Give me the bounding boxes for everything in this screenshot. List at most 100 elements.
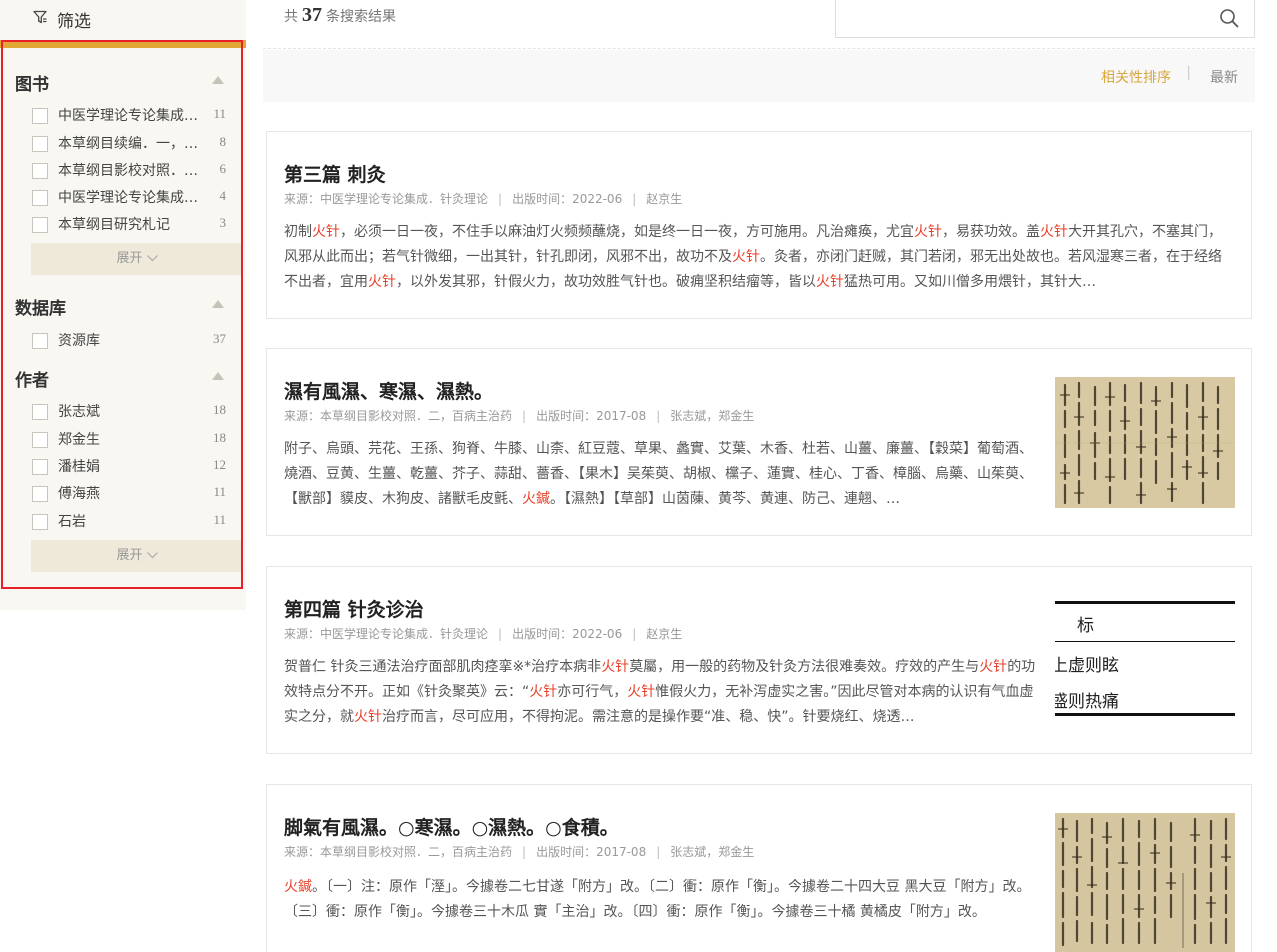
filter-option-label: 本草纲目研究札记 [58, 217, 170, 233]
keyword-highlight: 火针 [368, 274, 396, 290]
keyword-highlight: 火针 [914, 224, 942, 240]
result-author[interactable]: 赵京生 [646, 192, 682, 206]
snippet-text: 亦可行气， [557, 684, 628, 700]
checkbox[interactable] [32, 404, 48, 420]
filter-option-book[interactable]: 中医学理论专论集成．临证治疗 4 [32, 186, 228, 208]
result-snippet: 初制火针，必须一日一夜，不住手以麻油灯火频频蘸烧，如是终一日一夜，方可施用。凡治… [284, 220, 1229, 295]
result-card[interactable]: 第三篇 刺灸 来源：中医学理论专论集成．针灸理论 | 出版时间：2022-06 | 赵京… [266, 131, 1252, 319]
result-snippet: 附子、烏頭、芫花、王孫、狗脊、牛膝、山柰、紅豆蔻、草果、蠡實、艾葉、木香、杜若、… [284, 437, 1036, 512]
result-author[interactable]: 赵京生 [646, 627, 682, 641]
result-count-number: 37 [302, 4, 322, 26]
filter-icon [33, 10, 47, 24]
result-title[interactable]: 脚氣有風濕。○寒濕。○濕熱。○食積。 [284, 813, 619, 840]
collapse-up-icon[interactable] [212, 372, 224, 380]
result-title[interactable]: 濕有風濕、寒濕、濕熱。 [284, 377, 493, 404]
filter-option-count: 4 [219, 188, 227, 203]
expand-books-button[interactable]: 展开 [31, 243, 243, 275]
filter-option-label: 资源库 [58, 333, 100, 349]
snippet-text: 。〔一〕注：原作「溼」。今據卷二七甘遂「附方」改。〔二〕衝：原作「衡」。今據卷二… [284, 879, 1031, 920]
filter-option-count: 12 [213, 457, 226, 472]
result-author[interactable]: 张志斌，郑金生 [670, 409, 754, 423]
section-title-books[interactable]: 图书 [15, 70, 49, 95]
snippet-text: 。【濕熱】【草部】山茵蔯、黄芩、黄連、防己、連翹、… [550, 491, 900, 507]
collapse-up-icon[interactable] [212, 300, 224, 308]
checkbox[interactable] [32, 333, 48, 349]
result-source[interactable]: 来源：本草纲目影校对照．二，百病主治药 [284, 409, 512, 423]
result-card[interactable]: 脚氣有風濕。○寒濕。○濕熱。○食積。 来源：本草纲目影校对照．二，百病主治药 | 出… [266, 784, 1252, 952]
expand-label: 展开 [116, 251, 143, 266]
filter-option-label: 本草纲目续编．一，诸病主治药 [58, 136, 206, 152]
result-source[interactable]: 来源：中医学理论专论集成．针灸理论 [284, 627, 488, 641]
filter-option-label: 中医学理论专论集成．针灸理论 [58, 108, 206, 124]
result-title[interactable]: 第三篇 刺灸 [284, 160, 386, 187]
filter-option-author[interactable]: 石岩 11 [32, 510, 228, 532]
filter-option-label: 傅海燕 [58, 486, 100, 502]
result-title[interactable]: 第四篇 针灸诊治 [284, 595, 424, 622]
filter-option-count: 18 [213, 402, 226, 417]
keyword-highlight: 火针 [601, 659, 630, 675]
checkbox[interactable] [32, 486, 48, 502]
filter-header: 筛选 [0, 0, 246, 40]
table-cell: 盛则热痛 [1055, 692, 1119, 712]
filter-sidebar: 筛选 图书 中医学理论专论集成．针灸理论 11 本草纲目续编．一，诸病主治药 8… [0, 0, 246, 610]
result-author[interactable]: 张志斌，郑金生 [670, 845, 754, 859]
result-card[interactable]: 濕有風濕、寒濕、濕熱。 来源：本草纲目影校对照．二，百病主治药 | 出版时间：201… [266, 348, 1252, 536]
section-title-database[interactable]: 数据库 [15, 294, 66, 319]
keyword-highlight: 火针 [732, 249, 760, 265]
checkbox[interactable] [32, 136, 48, 152]
result-snippet: 贺普仁 针灸三通法治疗面部肌肉痉挛※*治疗本病非火针莫屬，用一般的药物及针灸方法… [284, 655, 1036, 730]
result-source[interactable]: 来源：本草纲目影校对照．二，百病主治药 [284, 845, 512, 859]
chevron-down-icon [146, 255, 158, 262]
expand-authors-button[interactable]: 展开 [31, 540, 243, 572]
checkbox[interactable] [32, 514, 48, 530]
snippet-text: 猛热可用。又如川僧多用煨针，其针大… [844, 274, 1096, 290]
filter-option-label: 郑金生 [58, 432, 100, 448]
filter-option-database[interactable]: 资源库 37 [32, 329, 228, 351]
keyword-highlight: 火针 [627, 684, 656, 700]
keyword-highlight: 火针 [1040, 224, 1068, 240]
result-thumbnail[interactable]: 标 上虚则眩 盛则热痛 [1055, 601, 1235, 719]
sort-relevance-link[interactable]: 相关性排序 [1101, 67, 1171, 87]
result-thumbnail[interactable] [1055, 377, 1235, 508]
keyword-highlight: 火鍼 [522, 491, 550, 507]
old-book-page-image [1055, 813, 1235, 952]
search-input[interactable] [844, 5, 1204, 31]
filter-option-author[interactable]: 潘桂娟 12 [32, 455, 228, 477]
filter-option-author[interactable]: 郑金生 18 [32, 428, 228, 450]
result-source[interactable]: 来源：中医学理论专论集成．针灸理论 [284, 192, 488, 206]
collapse-up-icon[interactable] [212, 76, 224, 84]
chevron-down-icon [146, 552, 158, 559]
filter-accent-bar [0, 40, 246, 48]
sort-newest-link[interactable]: 最新 [1210, 67, 1238, 87]
result-card[interactable]: 第四篇 针灸诊治 来源：中医学理论专论集成．针灸理论 | 出版时间：2022-06 |… [266, 566, 1252, 754]
filter-option-label: 本草纲目影校对照．二，百病主治药 [58, 163, 206, 179]
filter-option-count: 11 [213, 484, 226, 499]
search-box[interactable] [835, 0, 1255, 38]
checkbox[interactable] [32, 217, 48, 233]
filter-option-label: 张志斌 [58, 404, 100, 420]
filter-option-author[interactable]: 张志斌 18 [32, 400, 228, 422]
result-count-suffix: 条搜索结果 [326, 9, 396, 25]
filter-option-count: 18 [213, 430, 226, 445]
checkbox[interactable] [32, 190, 48, 206]
result-count: 共 37 条搜索结果 [284, 4, 396, 27]
checkbox[interactable] [32, 459, 48, 475]
checkbox[interactable] [32, 432, 48, 448]
filter-option-book[interactable]: 本草纲目研究札记 3 [32, 213, 228, 235]
filter-option-author[interactable]: 傅海燕 11 [32, 482, 228, 504]
result-thumbnail[interactable] [1055, 813, 1235, 952]
filter-option-label: 潘桂娟 [58, 459, 100, 475]
section-title-author[interactable]: 作者 [15, 366, 49, 391]
filter-option-book[interactable]: 中医学理论专论集成．针灸理论 11 [32, 104, 228, 126]
checkbox[interactable] [32, 108, 48, 124]
sort-separator: | [1186, 65, 1191, 81]
filter-option-book[interactable]: 本草纲目续编．一，诸病主治药 8 [32, 132, 228, 154]
search-results-page: 筛选 图书 中医学理论专论集成．针灸理论 11 本草纲目续编．一，诸病主治药 8… [0, 0, 1277, 952]
checkbox[interactable] [32, 163, 48, 179]
result-date: 出版时间：2017-08 [536, 409, 647, 423]
result-date: 出版时间：2022-06 [512, 192, 623, 206]
filter-option-book[interactable]: 本草纲目影校对照．二，百病主治药 6 [32, 159, 228, 181]
keyword-highlight: 火针 [354, 709, 382, 725]
snippet-text: ，以外发其邪，针假火力，故功效胜气针也。破痈坚积结瘤等，皆以 [396, 274, 816, 290]
search-icon[interactable] [1219, 8, 1239, 28]
